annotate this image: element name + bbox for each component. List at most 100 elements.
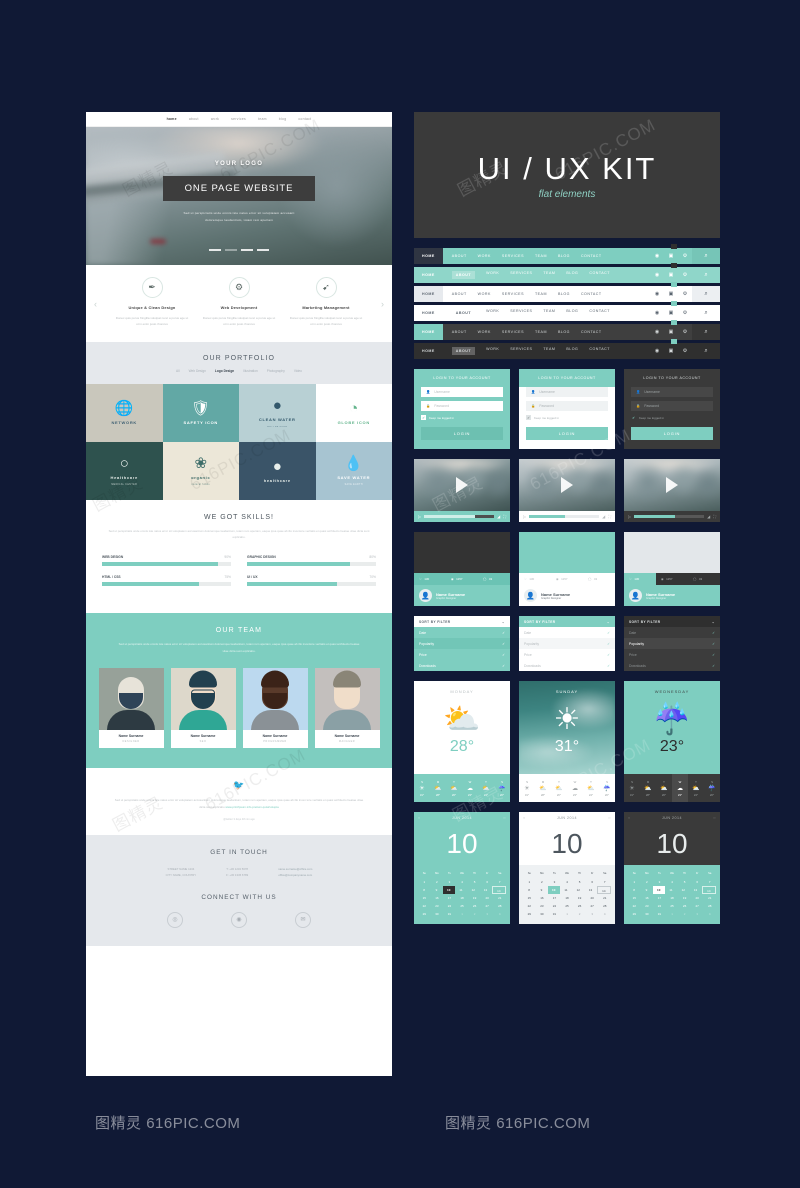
calendar-day[interactable]: 20 [691, 894, 704, 902]
hero-cta-button[interactable]: ONE PAGE WEBSITE [162, 176, 316, 201]
password-field[interactable]: 🔒 Password [421, 401, 503, 411]
prev-icon[interactable]: ◌ [418, 816, 421, 820]
calendar-day[interactable]: 22 [418, 902, 431, 910]
calendar-day[interactable]: 14 [701, 886, 716, 894]
calendar-day[interactable]: 2 [536, 878, 549, 886]
sort-option-date[interactable]: Date ✓ [414, 627, 510, 638]
portfolio-item[interactable]: ❀ organic natural foods [162, 441, 239, 500]
sort-option-popularity[interactable]: Popularity ✓ [624, 638, 720, 649]
username-field[interactable]: 👤 Username [526, 387, 608, 397]
navbar-user-icon[interactable]: ◉ [650, 324, 664, 340]
calendar-day[interactable]: 5 [678, 878, 691, 886]
portfolio-item[interactable]: 🛡 SAFETY ICON [162, 383, 239, 442]
play-small-icon[interactable]: ▷ [418, 514, 421, 519]
sort-option-popularity[interactable]: Popularity ✓ [519, 638, 615, 649]
navbar-links[interactable]: ABOUT WORK SERVICES TEAM BLOG CONTACT [443, 330, 650, 334]
calendar-day[interactable]: 8 [418, 886, 430, 894]
weather-forecast-day[interactable]: M ⛅ 28° [640, 774, 656, 802]
keep-logged-in-row[interactable]: ✔ Keep me logged in [631, 415, 713, 420]
navbar-search-icon[interactable]: ⌕ [692, 324, 720, 340]
calendar-day[interactable]: 9 [640, 886, 652, 894]
calendar-day[interactable]: 14 [596, 886, 611, 894]
weather-forecast-day[interactable]: M ⛅ 28° [535, 774, 551, 802]
login-form[interactable]: LOGIN TO YOUR ACCOUNT 👤 Username 🔒 Passw… [414, 369, 510, 449]
navbar-home-link[interactable]: HOME [414, 305, 443, 321]
calendar-day[interactable]: 1 [628, 878, 641, 886]
calendar-day[interactable]: 4 [598, 910, 611, 918]
calendar-day[interactable]: 4 [703, 910, 716, 918]
calendar-day[interactable]: 24 [548, 902, 561, 910]
navbar-gear-icon[interactable]: ⚙ [678, 324, 692, 340]
navbar-link-about[interactable]: ABOUT [452, 330, 467, 334]
sort-option-popularity[interactable]: Popularity ✓ [414, 638, 510, 649]
services-prev-arrow[interactable]: ‹ [94, 299, 97, 309]
video-progress-track[interactable] [529, 515, 600, 518]
calendar-day[interactable]: 29 [628, 910, 641, 918]
navbar-link-about[interactable]: ABOUT [452, 292, 467, 296]
weather-forecast-day[interactable]: S ☀ 31° [624, 774, 640, 802]
navbar-link-work[interactable]: WORK [486, 309, 499, 317]
navbar-links[interactable]: ABOUT WORK SERVICES TEAM BLOG CONTACT [443, 347, 650, 355]
video-progress-track[interactable] [424, 515, 495, 518]
calendar-day[interactable]: 30 [431, 910, 444, 918]
calendar-day[interactable]: 2 [431, 878, 444, 886]
next-icon[interactable]: ◌ [503, 816, 506, 820]
navbar-link-team[interactable]: TEAM [535, 330, 547, 334]
video-controls[interactable]: ▷ ◢ ⛶ [624, 511, 720, 522]
navbar-links[interactable]: ABOUT WORK SERVICES TEAM BLOG CONTACT [443, 254, 650, 258]
navbar-gear-icon[interactable]: ⚙ [678, 248, 692, 264]
calendar-day[interactable]: 22 [523, 902, 536, 910]
video-thumbnail[interactable] [414, 459, 510, 511]
calendar-day[interactable]: 1 [456, 910, 469, 918]
calendar-day[interactable]: 4 [666, 878, 679, 886]
profile-stat[interactable]: ♡ 130 [624, 573, 656, 585]
calendar-day[interactable]: 6 [691, 878, 704, 886]
calendar-day[interactable]: 3 [586, 910, 599, 918]
profile-card[interactable]: ♡ 130 ◉ 1157 ◯ 43 👤 Name Surname Graphic… [624, 532, 720, 606]
profile-stat[interactable]: ♡ 130 [519, 577, 551, 581]
video-thumbnail[interactable] [624, 459, 720, 511]
calendar-day[interactable]: 15 [418, 894, 431, 902]
navbar-tools[interactable]: ◉ ▣ ⚙ [650, 244, 692, 264]
calendar-day[interactable]: 29 [523, 910, 536, 918]
password-field[interactable]: 🔒 Password [631, 401, 713, 411]
keep-logged-in-row[interactable]: ✔ Keep me logged in [421, 415, 503, 420]
navbar-link-about[interactable]: ABOUT [451, 347, 476, 355]
footer-email[interactable]: name.surname@office.com office@companyna… [278, 866, 312, 878]
play-icon[interactable] [666, 477, 678, 493]
mail-icon[interactable]: ✉ [295, 911, 311, 928]
sort-option-downloads[interactable]: Downloads ✓ [414, 660, 510, 671]
calendar-day[interactable]: 1 [418, 878, 431, 886]
video-thumbnail[interactable] [519, 459, 615, 511]
fullscreen-icon[interactable]: ⛶ [713, 514, 716, 519]
calendar-day[interactable]: 7 [598, 878, 611, 886]
weather-forecast-day[interactable]: M ⛅ 28° [430, 774, 446, 802]
website-nav[interactable]: home about work services team blog conta… [86, 112, 392, 127]
calendar-day[interactable]: 27 [481, 902, 494, 910]
navbar-link-team[interactable]: TEAM [535, 254, 547, 258]
calendar-day[interactable]: 22 [628, 902, 641, 910]
weather-widget[interactable]: SUNDAY ☀ 31° S ☀ 31° M ⛅ 28° T ⛅ 26° W ☁… [519, 681, 615, 802]
navbar-link-work[interactable]: WORK [486, 347, 499, 355]
calendar-day[interactable]: 23 [536, 902, 549, 910]
navbar-link-blog[interactable]: BLOG [558, 254, 570, 258]
calendar-day[interactable]: 15 [523, 894, 536, 902]
navbar-search-icon[interactable]: ⌕ [692, 343, 720, 359]
calendar-day[interactable]: 18 [666, 894, 679, 902]
navbar-link-team[interactable]: TEAM [543, 347, 555, 355]
portfolio-filter-illustration[interactable]: Illustration [243, 369, 258, 373]
calendar-day[interactable]: 26 [678, 902, 691, 910]
team-member-card[interactable]: Name Surname SEO [170, 668, 236, 749]
calendar-day[interactable]: 24 [653, 902, 666, 910]
calendar-day[interactable]: 9 [430, 886, 442, 894]
navbar-specimen[interactable]: HOME ABOUT WORK SERVICES TEAM BLOG CONTACT ◉ … [414, 244, 720, 264]
navbar-link-contact[interactable]: CONTACT [581, 254, 602, 258]
weather-forecast-day[interactable]: W ☁ 23° [567, 774, 583, 802]
profile-stat[interactable]: ◯ 43 [583, 577, 615, 581]
next-icon[interactable]: ◌ [713, 816, 716, 820]
navbar-search-icon[interactable]: ⌕ [692, 286, 720, 302]
portfolio-filter-web-design[interactable]: Web Design [189, 369, 206, 373]
nav-item-about[interactable]: about [189, 117, 199, 121]
navbar-specimen[interactable]: HOME ABOUT WORK SERVICES TEAM BLOG CONTACT ◉ … [414, 301, 720, 321]
profile-stat[interactable]: ◯ 43 [478, 577, 510, 581]
